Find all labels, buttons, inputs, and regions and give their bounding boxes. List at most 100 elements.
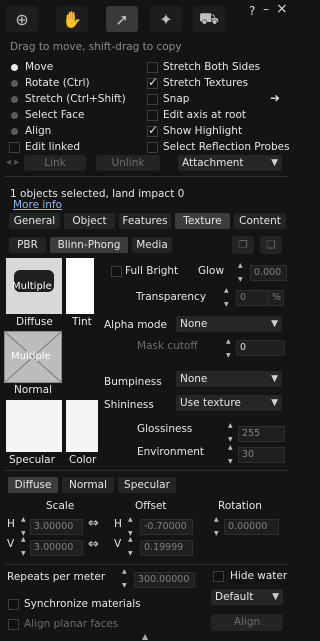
alignment-mode-dropdown[interactable]: Default ▼ — [211, 589, 283, 605]
synchronize-materials-checkbox[interactable] — [8, 599, 19, 610]
show-highlight-checkbox[interactable] — [147, 123, 158, 137]
rotation-input[interactable]: 0.00000 — [224, 519, 279, 535]
environment-input[interactable]: 30 — [238, 447, 285, 463]
tint-color-swatch[interactable] — [66, 258, 94, 314]
mask-cutoff-label: Mask cutoff — [137, 340, 198, 352]
edit-axis-label: Edit axis at root — [163, 109, 246, 121]
create-tool-button[interactable]: ✦ — [150, 6, 182, 32]
transparency-spinner[interactable] — [224, 287, 230, 308]
tab-general[interactable]: General — [9, 213, 60, 229]
offset-v-input[interactable]: 0.19999 — [140, 540, 193, 556]
scale-h-spinner[interactable] — [21, 516, 27, 537]
grab-hand-icon: ✋ — [62, 9, 82, 29]
unlink-button[interactable]: Unlink — [96, 155, 160, 171]
bumpiness-label: Bumpiness — [104, 376, 162, 388]
rotate-radio[interactable] — [11, 80, 18, 87]
diffuse-texture-swatch[interactable]: Multiple — [6, 258, 62, 314]
magic-wand-icon: ✦ — [159, 9, 173, 29]
attachment-dropdown[interactable]: Attachment ▼ — [178, 155, 282, 171]
hide-water-checkbox[interactable] — [213, 571, 224, 582]
specular-texture-swatch[interactable] — [6, 400, 62, 452]
transparency-label: Transparency — [136, 291, 207, 303]
mask-cutoff-spinner[interactable] — [226, 338, 232, 359]
select-face-radio[interactable] — [11, 112, 18, 119]
offset-v-label: V — [114, 538, 122, 550]
glow-spinner[interactable] — [238, 262, 244, 283]
link-button[interactable]: Link — [24, 155, 86, 171]
resize-handle-icon[interactable]: ▲ — [142, 632, 148, 641]
align-button[interactable]: Align — [211, 614, 283, 631]
chevron-down-icon: ▼ — [272, 592, 279, 602]
bumpiness-dropdown[interactable]: None ▼ — [176, 371, 282, 387]
scale-h-input[interactable]: 3.00000 — [30, 519, 83, 535]
glossiness-label: Glossiness — [137, 423, 193, 435]
help-button[interactable]: ? — [249, 4, 255, 18]
rotation-spinner[interactable] — [214, 516, 220, 537]
snap-options-arrow-icon[interactable]: ➜ — [270, 91, 280, 105]
tab-features[interactable]: Features — [119, 213, 171, 229]
edit-tool-button[interactable]: ➚ — [106, 6, 138, 32]
map-tab-normal[interactable]: Normal — [62, 477, 114, 493]
land-tool-button[interactable]: ⛟ — [193, 6, 225, 32]
snap-label: Snap — [163, 93, 190, 105]
minimize-button[interactable]: – — [263, 2, 269, 16]
swap-arrows-icon[interactable]: ⇔ — [88, 537, 99, 552]
full-bright-checkbox[interactable] — [111, 266, 122, 277]
shininess-label: Shininess — [104, 399, 154, 411]
transparency-input[interactable]: 0 — [236, 290, 271, 306]
normal-texture-swatch[interactable]: Multiple — [4, 331, 62, 383]
move-label: Move — [25, 61, 54, 73]
tab-content[interactable]: Content — [234, 213, 286, 229]
glow-label: Glow — [198, 265, 225, 277]
zoom-tool-button[interactable]: ⊕ — [6, 6, 38, 32]
bulldozer-icon: ⛟ — [198, 8, 220, 28]
snap-checkbox[interactable] — [147, 94, 158, 105]
edit-linked-checkbox[interactable] — [9, 142, 20, 153]
subtab-media[interactable]: Media — [132, 237, 172, 253]
color-label: Color — [69, 454, 97, 466]
tab-texture[interactable]: Texture — [175, 213, 230, 229]
glossiness-input[interactable]: 255 — [238, 426, 285, 442]
diffuse-label: Diffuse — [16, 316, 53, 328]
map-tab-diffuse[interactable]: Diffuse — [8, 477, 58, 493]
environment-spinner[interactable] — [228, 444, 234, 465]
glow-input[interactable]: 0.000 — [250, 265, 287, 281]
scale-v-spinner[interactable] — [21, 536, 27, 557]
paste-icon[interactable]: ❏ — [260, 236, 282, 254]
stretch-textures-checkbox[interactable] — [147, 75, 158, 89]
repeats-input[interactable]: 300.00000 — [134, 572, 195, 588]
edit-linked-label: Edit linked — [25, 141, 80, 153]
subtab-pbr[interactable]: PBR — [9, 237, 46, 253]
edit-axis-checkbox[interactable] — [147, 110, 158, 121]
stretch-radio[interactable] — [11, 96, 18, 103]
copy-icon[interactable]: ❐ — [232, 236, 254, 254]
align-planar-faces-label: Align planar faces — [24, 618, 119, 630]
mask-cutoff-input[interactable]: 0 — [236, 340, 285, 356]
offset-h-spinner[interactable] — [128, 516, 134, 537]
tab-object[interactable]: Object — [64, 213, 115, 229]
map-tab-specular[interactable]: Specular — [118, 477, 176, 493]
swap-arrows-icon[interactable]: ⇔ — [88, 516, 99, 531]
move-radio[interactable] — [11, 64, 18, 71]
specular-color-swatch[interactable] — [66, 400, 98, 452]
move-tool-button[interactable]: ✋ — [56, 6, 88, 32]
link-prev-icon[interactable]: ◂ ▸ — [6, 157, 19, 168]
alpha-mode-label: Alpha mode — [104, 319, 167, 331]
glossiness-spinner[interactable] — [228, 422, 234, 443]
align-radio[interactable] — [11, 128, 18, 135]
select-reflection-probes-checkbox[interactable] — [147, 142, 158, 153]
full-bright-label: Full Bright — [125, 265, 179, 277]
scale-v-label: V — [7, 538, 15, 550]
offset-v-spinner[interactable] — [128, 536, 134, 557]
close-button[interactable]: × — [276, 1, 288, 17]
align-planar-faces-checkbox[interactable] — [8, 619, 19, 630]
pointer-arrow-icon: ➚ — [115, 9, 129, 29]
offset-h-input[interactable]: -0.70000 — [140, 519, 193, 535]
more-info-link[interactable]: More info — [13, 199, 62, 211]
stretch-both-sides-checkbox[interactable] — [147, 62, 158, 73]
repeats-spinner[interactable] — [122, 568, 128, 589]
alpha-mode-dropdown[interactable]: None ▼ — [176, 316, 282, 332]
subtab-blinn-phong[interactable]: Blinn-Phong — [50, 237, 128, 253]
shininess-dropdown[interactable]: Use texture ▼ — [176, 395, 282, 411]
scale-v-input[interactable]: 3.00000 — [30, 540, 83, 556]
